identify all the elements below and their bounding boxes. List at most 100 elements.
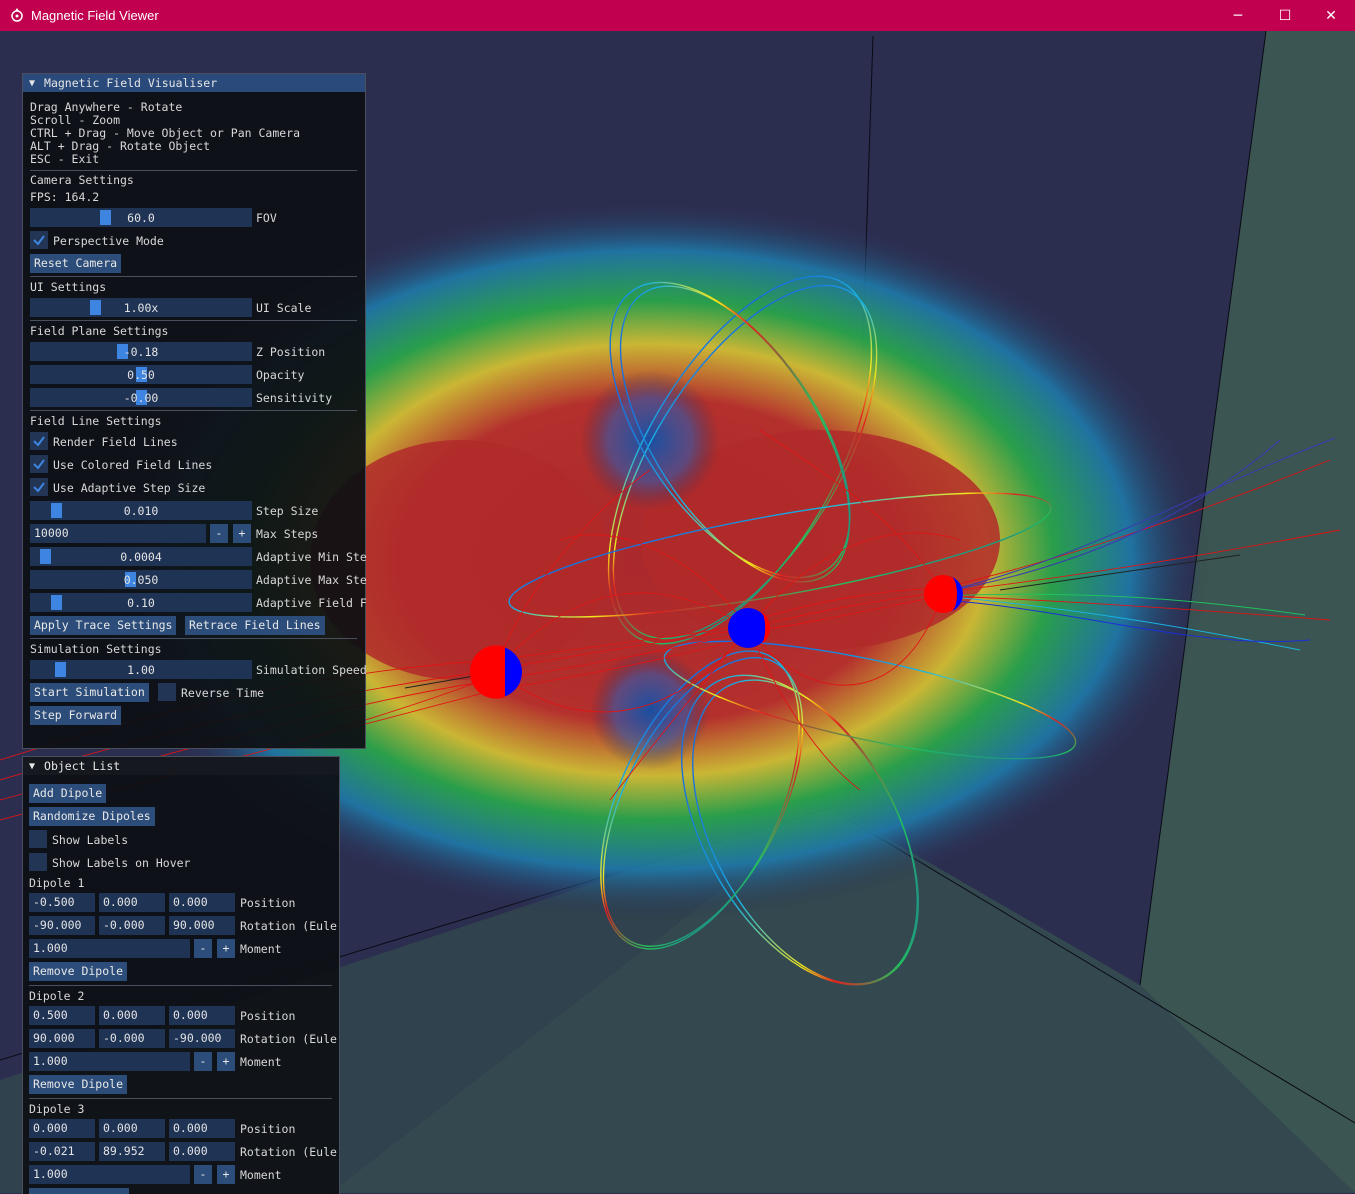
dipole-1-rot-x[interactable]: -90.000 (29, 916, 95, 935)
z-position-value: -0.18 (123, 345, 159, 359)
field-line-heading: Field Line Settings (30, 414, 162, 428)
add-dipole-button[interactable]: Add Dipole (29, 784, 107, 803)
close-button[interactable]: ✕ (1308, 0, 1354, 31)
dipole-2-moment-decrement[interactable]: - (194, 1052, 212, 1071)
dipole-2-sphere[interactable] (728, 608, 771, 648)
render-field-lines-checkbox[interactable] (30, 432, 48, 450)
dipole-2-rot-z[interactable]: -90.000 (169, 1029, 235, 1048)
ui-scale-slider[interactable]: 1.00x (30, 298, 252, 317)
max-steps-input[interactable]: 10000 (30, 524, 206, 543)
fov-value: 60.0 (127, 211, 155, 225)
step-forward-button[interactable]: Step Forward (30, 706, 122, 725)
dipole-2-rot-x[interactable]: 90.000 (29, 1029, 95, 1048)
simulation-speed-slider[interactable]: 1.00 (30, 660, 252, 679)
dipole-2-pos-z[interactable]: 0.000 (169, 1006, 235, 1025)
max-steps-decrement-button[interactable]: - (210, 524, 228, 543)
dipole-3-rot-x[interactable]: -0.021 (29, 1142, 95, 1161)
dipole-2-position-label: Position (240, 1009, 296, 1023)
dipole-1-moment-increment[interactable]: + (217, 939, 235, 958)
adaptive-field-slider[interactable]: 0.10 (30, 593, 252, 612)
ui-scale-label: UI Scale (256, 301, 312, 315)
dipole-1-pos-x[interactable]: -0.500 (29, 893, 95, 912)
dipole-2-moment-label: Moment (240, 1055, 282, 1069)
dipole-1-position-label: Position (240, 896, 296, 910)
dipole-2-remove-button[interactable]: Remove Dipole (29, 1075, 128, 1094)
dipole-3-pos-x[interactable]: 0.000 (29, 1119, 95, 1138)
show-labels-label: Show Labels (52, 833, 129, 847)
z-position-slider[interactable]: -0.18 (30, 342, 252, 361)
fps-readout: FPS: 164.2 (30, 190, 100, 204)
perspective-mode-label: Perspective Mode (53, 234, 164, 248)
dipole-3-moment-increment[interactable]: + (217, 1165, 235, 1184)
adaptive-step-checkbox[interactable] (30, 478, 48, 496)
fov-label: FOV (256, 211, 277, 225)
dipole-1-pos-z[interactable]: 0.000 (169, 893, 235, 912)
start-simulation-button[interactable]: Start Simulation (30, 683, 149, 702)
perspective-mode-checkbox[interactable] (30, 231, 48, 249)
dipole-3-heading: Dipole 3 (29, 1102, 85, 1116)
dipole-3-rot-y[interactable]: 89.952 (99, 1142, 165, 1161)
retrace-field-lines-button[interactable]: Retrace Field Lines (185, 616, 325, 635)
simulation-speed-label: Simulation Speed (256, 663, 367, 677)
ui-settings-heading: UI Settings (30, 280, 107, 294)
maximize-button[interactable]: ☐ (1262, 0, 1308, 31)
adaptive-min-label: Adaptive Min Ste (256, 550, 367, 564)
reset-camera-button[interactable]: Reset Camera (30, 254, 122, 273)
window-titlebar: Magnetic Field Viewer ─ ☐ ✕ (0, 0, 1355, 31)
divider (30, 410, 357, 411)
show-labels-hover-label: Show Labels on Hover (52, 856, 191, 870)
collapse-arrow-icon[interactable]: ▼ (29, 761, 35, 772)
max-steps-increment-button[interactable]: + (233, 524, 251, 543)
dipole-2-moment-increment[interactable]: + (217, 1052, 235, 1071)
sensitivity-slider[interactable]: -0.00 (30, 388, 252, 407)
dipole-3-rot-z[interactable]: 0.000 (169, 1142, 235, 1161)
dipole-1-moment-input[interactable]: 1.000 (29, 939, 190, 958)
close-icon: ✕ (1325, 7, 1337, 24)
dipole-1-moment-decrement[interactable]: - (194, 939, 212, 958)
reverse-time-checkbox[interactable] (158, 683, 176, 701)
dipole-2-pos-y[interactable]: 0.000 (99, 1006, 165, 1025)
dipole-1-rot-z[interactable]: 90.000 (169, 916, 235, 935)
checkmark-icon (33, 482, 45, 493)
dipole-3-position-label: Position (240, 1122, 296, 1136)
adaptive-max-label: Adaptive Max Ste (256, 573, 367, 587)
opacity-slider[interactable]: 0.50 (30, 365, 252, 384)
dipole-2-heading: Dipole 2 (29, 989, 85, 1003)
adaptive-max-slider[interactable]: 0.050 (30, 570, 252, 589)
dipole-3-remove-button[interactable] (29, 1188, 129, 1194)
dipole-1-rot-y[interactable]: -0.000 (99, 916, 165, 935)
dipole-1-pos-y[interactable]: 0.000 (99, 893, 165, 912)
minimize-button[interactable]: ─ (1215, 0, 1261, 31)
adaptive-field-value: 0.10 (127, 596, 155, 610)
step-size-slider[interactable]: 0.010 (30, 501, 252, 520)
show-labels-hover-checkbox[interactable] (29, 853, 47, 871)
adaptive-min-slider[interactable]: 0.0004 (30, 547, 252, 566)
sensitivity-label: Sensitivity (256, 391, 333, 405)
opacity-label: Opacity (256, 368, 305, 382)
visualiser-panel-title: Magnetic Field Visualiser (44, 76, 218, 90)
dipole-3-sphere[interactable] (924, 575, 963, 613)
adaptive-min-value: 0.0004 (120, 550, 162, 564)
colored-field-lines-checkbox[interactable] (30, 455, 48, 473)
dipole-1-remove-button[interactable]: Remove Dipole (29, 962, 128, 981)
dipole-3-pos-y[interactable]: 0.000 (99, 1119, 165, 1138)
randomize-dipoles-button[interactable]: Randomize Dipoles (29, 807, 155, 826)
step-size-label: Step Size (256, 504, 319, 518)
dipole-3-moment-decrement[interactable]: - (194, 1165, 212, 1184)
dipole-2-moment-input[interactable]: 1.000 (29, 1052, 190, 1071)
collapse-arrow-icon[interactable]: ▼ (29, 78, 35, 89)
visualiser-panel-header[interactable]: ▼ Magnetic Field Visualiser (23, 74, 365, 92)
object-list-header[interactable]: ▼ Object List (23, 757, 339, 775)
apply-trace-settings-button[interactable]: Apply Trace Settings (30, 616, 177, 635)
dipole-2-rot-y[interactable]: -0.000 (99, 1029, 165, 1048)
show-labels-checkbox[interactable] (29, 830, 47, 848)
dipole-2-pos-x[interactable]: 0.500 (29, 1006, 95, 1025)
fov-slider[interactable]: 60.0 (30, 208, 252, 227)
dipole-3-pos-z[interactable]: 0.000 (169, 1119, 235, 1138)
field-plane-heading: Field Plane Settings (30, 324, 169, 338)
reverse-time-label: Reverse Time (181, 686, 265, 700)
dipole-3-moment-input[interactable]: 1.000 (29, 1165, 190, 1184)
help-line-zoom: Scroll - Zoom (30, 113, 121, 127)
simulation-heading: Simulation Settings (30, 642, 162, 656)
z-position-label: Z Position (256, 345, 326, 359)
